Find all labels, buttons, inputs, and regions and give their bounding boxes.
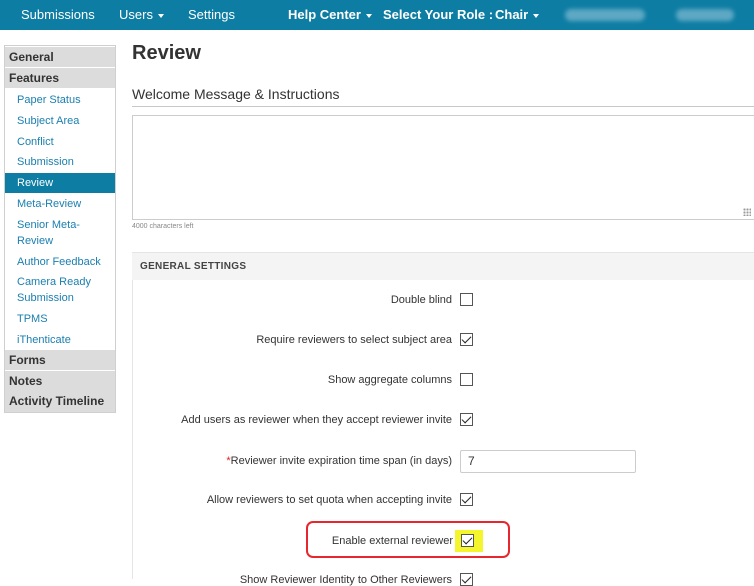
chevron-down-icon (533, 13, 540, 18)
nav-submissions[interactable]: Submissions (21, 7, 95, 22)
sidebar-item-camera-ready-submission[interactable]: Camera Ready Submission (5, 274, 115, 306)
setting-label-allow-quota: Allow reviewers to set quota when accept… (206, 494, 452, 506)
nav-help-center[interactable]: Help Center (288, 7, 372, 22)
nav-settings[interactable]: Settings (188, 7, 235, 22)
general-settings-header: GENERAL SETTINGS (132, 252, 754, 280)
sidebar-item-tpms[interactable]: TPMS (5, 311, 115, 327)
chevron-down-icon (365, 13, 372, 18)
heading-divider (132, 106, 754, 107)
sidebar-item-label: Submission (17, 292, 74, 304)
sidebar-item-paper-status[interactable]: Paper Status (5, 92, 115, 108)
setting-label-show-reviewer-identity: Show Reviewer Identity to Other Reviewer… (239, 574, 452, 586)
setting-label-external-reviewer: Enable external reviewer (331, 535, 453, 547)
sidebar-item-meta-review[interactable]: Meta-Review (5, 196, 115, 212)
resize-handle-icon[interactable] (743, 208, 751, 216)
nav-help-center-label: Help Center (288, 7, 361, 22)
chars-left-counter: 4000 characters left (132, 223, 194, 230)
sidebar: General Features Paper Status Subject Ar… (4, 45, 116, 413)
sidebar-group-activity-timeline[interactable]: Activity Timeline (5, 391, 115, 412)
aggregate-columns-checkbox[interactable] (460, 373, 473, 386)
sidebar-item-author-feedback[interactable]: Author Feedback (5, 254, 115, 270)
sidebar-item-label: Senior Meta- (17, 219, 80, 231)
sidebar-item-review[interactable]: Review (5, 173, 115, 193)
sidebar-item-conflict[interactable]: Conflict (5, 134, 115, 150)
external-reviewer-checkbox[interactable] (461, 534, 474, 547)
top-nav-bar: Submissions Users Settings Help Center S… (0, 0, 754, 30)
sidebar-item-subject-area[interactable]: Subject Area (5, 113, 115, 129)
setting-label-double-blind: Double blind (390, 294, 452, 306)
welcome-heading: Welcome Message & Instructions (132, 86, 340, 102)
nav-users-label: Users (119, 7, 153, 22)
invite-expiration-input[interactable]: 7 (460, 450, 636, 473)
setting-label-text: Reviewer invite expiration time span (in… (230, 455, 452, 467)
sidebar-group-features[interactable]: Features (5, 68, 115, 88)
nav-role-dropdown[interactable]: Chair (495, 7, 540, 22)
nav-select-role-label: Select Your Role : (383, 7, 494, 22)
page-title: Review (132, 42, 201, 64)
sidebar-item-ithenticate[interactable]: iThenticate (5, 332, 115, 348)
add-users-as-reviewer-checkbox[interactable] (460, 413, 473, 426)
sidebar-item-senior-meta-review[interactable]: Senior Meta- Review (5, 217, 115, 249)
sidebar-item-label: Camera Ready (17, 276, 91, 288)
nav-users[interactable]: Users (119, 7, 164, 22)
setting-label-require-subject-area: Require reviewers to select subject area (256, 334, 452, 346)
setting-label-add-users-as-reviewer: Add users as reviewer when they accept r… (181, 414, 452, 426)
double-blind-checkbox[interactable] (460, 293, 473, 306)
allow-quota-checkbox[interactable] (460, 493, 473, 506)
redacted-user-info (565, 9, 645, 21)
show-reviewer-identity-checkbox[interactable] (460, 573, 473, 586)
redacted-user-menu[interactable] (676, 9, 734, 21)
welcome-message-textarea[interactable] (132, 115, 754, 220)
require-subject-area-checkbox[interactable] (460, 333, 473, 346)
setting-label-aggregate-columns: Show aggregate columns (327, 374, 452, 386)
sidebar-group-notes[interactable]: Notes (5, 371, 115, 391)
sidebar-group-forms[interactable]: Forms (5, 350, 115, 370)
sidebar-group-general[interactable]: General (5, 47, 115, 67)
sidebar-item-submission[interactable]: Submission (5, 154, 115, 170)
sidebar-item-label: Review (17, 235, 54, 247)
setting-label-invite-expiration: *Reviewer invite expiration time span (i… (226, 455, 452, 467)
chevron-down-icon (157, 13, 164, 18)
nav-role-label: Chair (495, 7, 529, 22)
